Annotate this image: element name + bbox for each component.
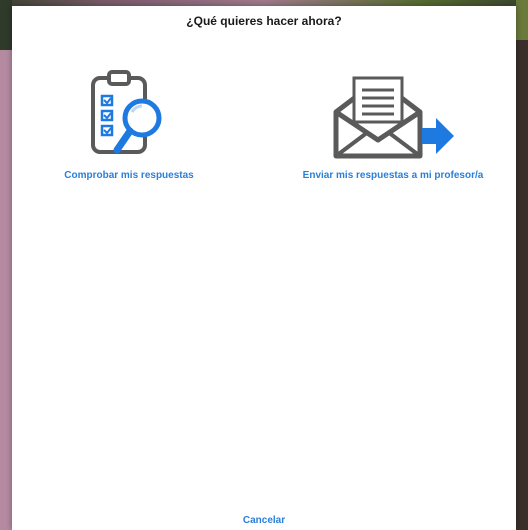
- envelope-send-icon: [328, 52, 458, 160]
- cancel-button[interactable]: Cancelar: [12, 515, 516, 526]
- check-answers-option[interactable]: Comprobar mis respuestas: [46, 52, 212, 181]
- check-answers-label: Comprobar mis respuestas: [64, 170, 194, 181]
- send-answers-label: Enviar mis respuestas a mi profesor/a: [302, 170, 484, 181]
- action-dialog: ¿Qué quieres hacer ahora? Comprobar mis …: [12, 6, 516, 530]
- background-left-edge: [0, 0, 12, 530]
- send-answers-option[interactable]: Enviar mis respuestas a mi profesor/a: [274, 52, 512, 181]
- clipboard-magnifier-icon: [87, 52, 171, 160]
- background-right-edge: [516, 0, 528, 530]
- dialog-title: ¿Qué quieres hacer ahora?: [186, 14, 342, 28]
